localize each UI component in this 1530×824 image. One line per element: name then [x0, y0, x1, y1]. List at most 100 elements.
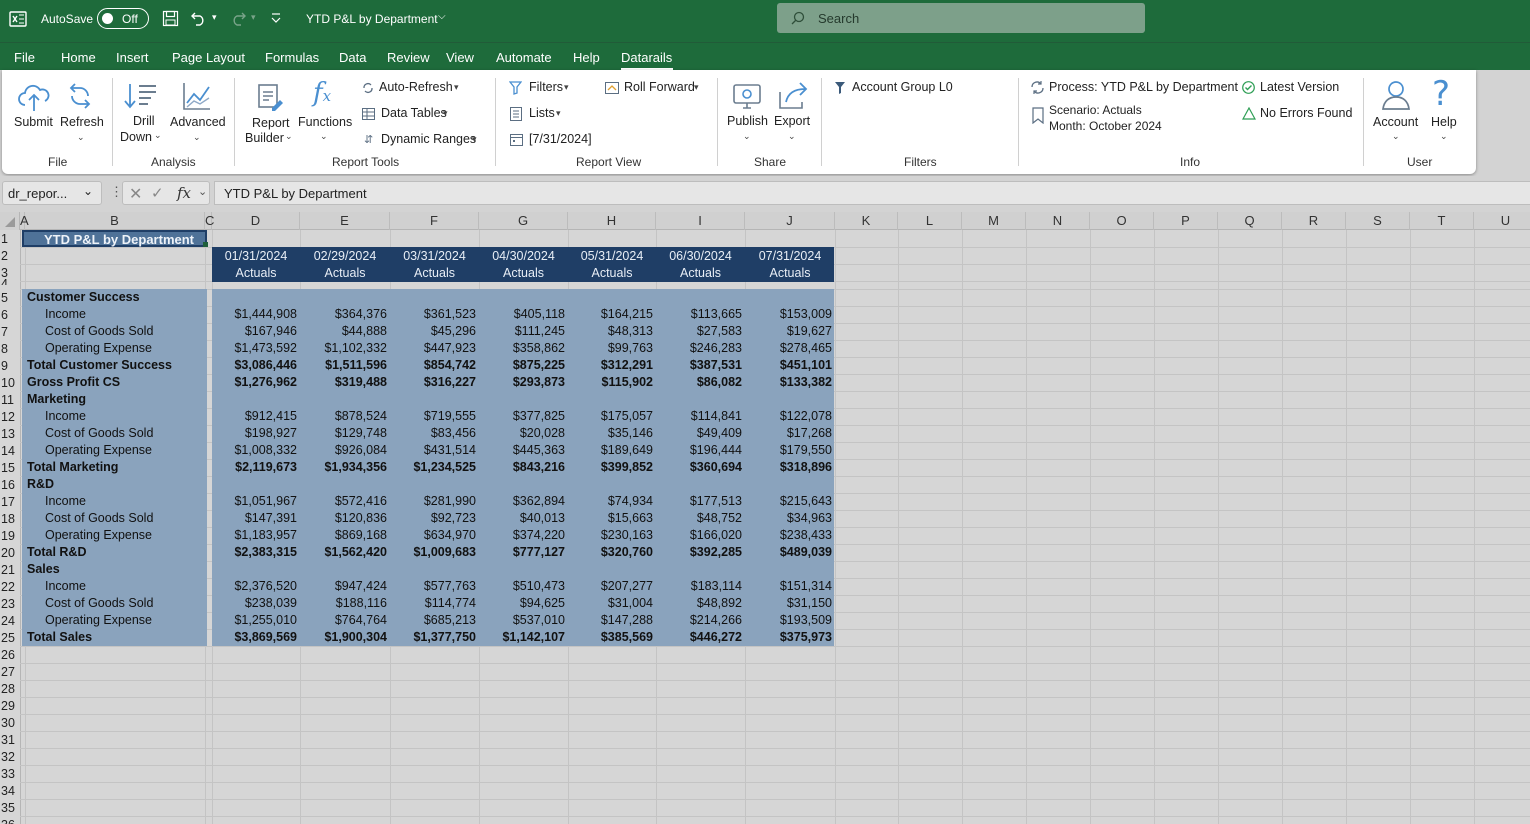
value-cell[interactable]: $685,213 [390, 612, 476, 629]
value-cell[interactable]: $83,456 [390, 425, 476, 442]
redo-icon[interactable] [230, 10, 246, 26]
drill-down-label-1[interactable]: Drill [133, 114, 155, 128]
tab-file[interactable]: File [14, 50, 35, 65]
publish-icon[interactable] [731, 82, 763, 112]
value-cell[interactable]: $49,409 [656, 425, 742, 442]
value-cell[interactable]: $2,119,673 [212, 459, 297, 476]
refresh-icon[interactable] [64, 80, 96, 112]
column-header-p[interactable]: P [1154, 212, 1218, 230]
data-tables-chevron-icon[interactable]: ▾ [443, 108, 448, 119]
row-header-36[interactable]: 36 [0, 818, 20, 824]
value-cell[interactable]: $293,873 [479, 374, 565, 391]
value-cell[interactable]: $215,643 [745, 493, 832, 510]
value-cell[interactable]: $843,216 [479, 459, 565, 476]
refresh-chevron-down-icon[interactable]: ⌄ [77, 132, 85, 143]
value-cell[interactable]: $147,391 [212, 510, 297, 527]
tab-automate[interactable]: Automate [496, 50, 552, 65]
column-header-i[interactable]: I [656, 212, 745, 230]
value-cell[interactable]: $74,934 [568, 493, 653, 510]
value-cell[interactable]: $166,020 [656, 527, 742, 544]
value-cell[interactable]: $869,168 [300, 527, 387, 544]
value-cell[interactable]: $1,009,683 [390, 544, 476, 561]
value-cell[interactable]: $133,382 [745, 374, 832, 391]
value-cell[interactable]: $31,004 [568, 595, 653, 612]
value-cell[interactable]: $167,946 [212, 323, 297, 340]
value-cell[interactable]: $1,562,420 [300, 544, 387, 561]
value-cell[interactable]: $238,433 [745, 527, 832, 544]
value-cell[interactable]: $20,028 [479, 425, 565, 442]
date-selector[interactable]: [7/31/2024] [529, 132, 592, 146]
value-cell[interactable]: $361,523 [390, 306, 476, 323]
tab-datarails[interactable]: Datarails [621, 50, 672, 65]
row-header-15[interactable]: 15 [0, 461, 20, 478]
value-cell[interactable]: $318,896 [745, 459, 832, 476]
column-header-s[interactable]: S [1346, 212, 1410, 230]
row-header-28[interactable]: 28 [0, 682, 20, 699]
value-cell[interactable]: $510,473 [479, 578, 565, 595]
value-cell[interactable]: $392,285 [656, 544, 742, 561]
cancel-x-icon[interactable]: ✕ [129, 184, 142, 204]
undo-icon[interactable] [191, 10, 207, 26]
value-cell[interactable]: $399,852 [568, 459, 653, 476]
row-header-24[interactable]: 24 [0, 614, 20, 631]
value-cell[interactable]: $147,288 [568, 612, 653, 629]
row-header-12[interactable]: 12 [0, 410, 20, 427]
value-cell[interactable]: $189,649 [568, 442, 653, 459]
lists-chevron-icon[interactable]: ▾ [556, 108, 561, 119]
functions-fx-icon[interactable]: fx [313, 78, 331, 108]
value-cell[interactable]: $198,927 [212, 425, 297, 442]
advanced-chevron-icon[interactable]: ⌄ [193, 132, 201, 143]
row-header-18[interactable]: 18 [0, 512, 20, 529]
value-cell[interactable]: $207,277 [568, 578, 653, 595]
column-header-m[interactable]: M [962, 212, 1026, 230]
column-header-r[interactable]: R [1282, 212, 1346, 230]
row-header-32[interactable]: 32 [0, 750, 20, 767]
value-cell[interactable]: $175,057 [568, 408, 653, 425]
value-cell[interactable]: $15,663 [568, 510, 653, 527]
value-cell[interactable]: $719,555 [390, 408, 476, 425]
row-header-34[interactable]: 34 [0, 784, 20, 801]
value-cell[interactable]: $1,377,750 [390, 629, 476, 646]
value-cell[interactable]: $1,511,596 [300, 357, 387, 374]
column-header-k[interactable]: K [835, 212, 898, 230]
spreadsheet-grid[interactable]: ABCDEFGHIJKLMNOPQRSTU 1 2 3 4 5 6 7 8 9 10 11 12 13 1… [0, 212, 1530, 824]
value-cell[interactable]: $1,234,525 [390, 459, 476, 476]
value-cell[interactable]: $316,227 [390, 374, 476, 391]
value-cell[interactable]: $447,923 [390, 340, 476, 357]
value-cell[interactable]: $577,763 [390, 578, 476, 595]
row-header-10[interactable]: 10 [0, 376, 20, 393]
fill-handle[interactable] [203, 242, 208, 247]
value-cell[interactable]: $875,225 [479, 357, 565, 374]
value-cell[interactable]: $1,102,332 [300, 340, 387, 357]
value-cell[interactable]: $947,424 [300, 578, 387, 595]
row-header-8[interactable]: 8 [0, 342, 20, 359]
value-cell[interactable]: $230,163 [568, 527, 653, 544]
value-cell[interactable]: $238,039 [212, 595, 297, 612]
value-cell[interactable]: $375,973 [745, 629, 832, 646]
row-header-25[interactable]: 25 [0, 631, 20, 648]
value-cell[interactable]: $320,760 [568, 544, 653, 561]
tab-view[interactable]: View [446, 50, 474, 65]
value-cell[interactable]: $374,220 [479, 527, 565, 544]
column-header-o[interactable]: O [1090, 212, 1154, 230]
publish-chevron-icon[interactable]: ⌄ [743, 131, 751, 142]
export-button[interactable]: Export [774, 114, 810, 128]
report-builder-chevron-icon[interactable]: ⌄ [285, 131, 293, 142]
value-cell[interactable]: $188,116 [300, 595, 387, 612]
column-header-e[interactable]: E [300, 212, 390, 230]
name-box-chevron-icon[interactable]: ⌄ [83, 184, 93, 198]
report-builder-label-2[interactable]: Builder [245, 131, 284, 145]
data-tables-button[interactable]: Data Tables [381, 106, 447, 120]
value-cell[interactable]: $2,376,520 [212, 578, 297, 595]
tab-formulas[interactable]: Formulas [265, 50, 319, 65]
value-cell[interactable]: $1,008,332 [212, 442, 297, 459]
value-cell[interactable]: $17,268 [745, 425, 832, 442]
column-header-l[interactable]: L [898, 212, 962, 230]
value-cell[interactable]: $362,894 [479, 493, 565, 510]
report-builder-label-1[interactable]: Report [252, 116, 290, 130]
row-header-14[interactable]: 14 [0, 444, 20, 461]
value-cell[interactable]: $1,473,592 [212, 340, 297, 357]
select-all-corner[interactable] [0, 212, 20, 230]
lists-button[interactable]: Lists [529, 106, 555, 120]
value-cell[interactable]: $27,583 [656, 323, 742, 340]
